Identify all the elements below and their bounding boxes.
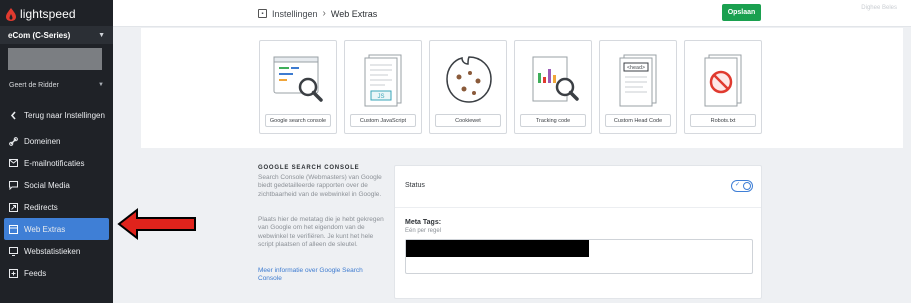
breadcrumb-current: Web Extras bbox=[330, 8, 378, 19]
user-name: Geert de Ridder bbox=[9, 81, 59, 89]
save-button[interactable]: Opslaan bbox=[722, 4, 761, 21]
head-code-icon: <head> bbox=[619, 54, 657, 107]
flame-icon bbox=[6, 7, 16, 21]
card-robots-txt[interactable]: Robots.txt bbox=[684, 40, 762, 134]
monitor-icon bbox=[9, 246, 18, 256]
breadcrumb-separator-icon: › bbox=[322, 8, 326, 19]
card-label: Tracking code bbox=[520, 114, 586, 127]
chat-icon bbox=[9, 180, 18, 190]
google-search-console-section: GOOGLE SEARCH CONSOLE Search Console (We… bbox=[141, 150, 903, 300]
section-title: GOOGLE SEARCH CONSOLE bbox=[258, 165, 360, 171]
meta-tags-hint: Eén per regel bbox=[405, 228, 442, 234]
section-instructions: Plaats hier de metatag die je hebt gekre… bbox=[258, 216, 384, 249]
settings-square-icon: ▪ bbox=[258, 9, 267, 18]
google-search-console-icon bbox=[273, 56, 323, 102]
redirect-icon bbox=[9, 202, 18, 212]
logo[interactable]: lightspeed bbox=[6, 6, 76, 22]
tracking-chart-icon bbox=[532, 56, 579, 102]
toggle-knob bbox=[743, 182, 751, 190]
sidebar-item-redirects[interactable]: Redirects bbox=[0, 196, 113, 218]
red-arrow-annotation bbox=[117, 207, 196, 241]
sidebar-item-web-extras[interactable]: Web Extras bbox=[4, 218, 109, 240]
card-label: Google search console bbox=[265, 114, 331, 127]
card-label: Cookiewet bbox=[435, 114, 501, 127]
mail-icon bbox=[9, 159, 18, 168]
gsc-form-card: Status ✓ Meta Tags: Eén per regel bbox=[394, 165, 762, 299]
card-cookiewet[interactable]: Cookiewet bbox=[429, 40, 507, 134]
feed-icon bbox=[9, 268, 18, 278]
sidebar-item-label: E-mailnotificaties bbox=[24, 158, 85, 168]
app-root: lightspeed eCom (C-Series) ▼ Geert de Ri… bbox=[0, 0, 911, 303]
chevron-left-icon bbox=[9, 110, 18, 120]
check-icon: ✓ bbox=[735, 182, 741, 188]
shop-selector[interactable]: eCom (C-Series) ▼ bbox=[0, 26, 113, 44]
logo-text: lightspeed bbox=[20, 7, 76, 21]
sidebar: lightspeed eCom (C-Series) ▼ Geert de Ri… bbox=[0, 0, 113, 303]
sidebar-nav: Terug naar Instellingen Domeinen E-mailn… bbox=[0, 104, 113, 284]
card-google-search-console[interactable]: Google search console bbox=[259, 40, 337, 134]
sidebar-item-social[interactable]: Social Media bbox=[0, 174, 113, 196]
window-icon bbox=[9, 224, 18, 234]
sidebar-item-webstatistieken[interactable]: Webstatistieken bbox=[0, 240, 113, 262]
sidebar-item-feeds[interactable]: Feeds bbox=[0, 262, 113, 284]
card-label: Robots.txt bbox=[690, 114, 756, 127]
breadcrumb-root[interactable]: Instellingen bbox=[272, 9, 318, 19]
card-label: Custom JavaScript bbox=[350, 114, 416, 127]
sidebar-item-label: Web Extras bbox=[24, 224, 66, 234]
caret-down-icon: ▼ bbox=[98, 31, 105, 39]
sidebar-item-label: Domeinen bbox=[24, 136, 61, 146]
top-right-text: Dighee Beles bbox=[861, 5, 897, 11]
card-label: Custom Head Code bbox=[605, 114, 671, 127]
meta-tags-label: Meta Tags: bbox=[405, 219, 442, 226]
section-description: Search Console (Webmasters) van Google b… bbox=[258, 174, 382, 198]
breadcrumb: ▪ Instellingen › Web Extras bbox=[258, 8, 377, 19]
svg-text:JS: JS bbox=[377, 94, 384, 100]
card-custom-javascript[interactable]: JS Custom JavaScript bbox=[344, 40, 422, 134]
card-tracking-code[interactable]: Tracking code bbox=[514, 40, 592, 134]
top-header: ▪ Instellingen › Web Extras Opslaan Digh… bbox=[113, 0, 911, 27]
link-icon bbox=[9, 136, 18, 146]
status-row: Status ✓ bbox=[395, 166, 761, 208]
sidebar-item-label: Redirects bbox=[24, 202, 58, 212]
sidebar-item-back[interactable]: Terug naar Instellingen bbox=[0, 104, 113, 126]
svg-text:<head>: <head> bbox=[627, 65, 645, 71]
javascript-file-icon: JS bbox=[364, 54, 402, 107]
redacted-meta-value bbox=[406, 240, 589, 257]
shop-selector-label: eCom (C-Series) bbox=[8, 30, 71, 40]
sidebar-item-label: Feeds bbox=[24, 268, 47, 278]
status-toggle[interactable]: ✓ bbox=[731, 180, 753, 192]
status-label: Status bbox=[405, 182, 425, 189]
sidebar-item-label: Social Media bbox=[24, 180, 70, 190]
user-menu[interactable]: Geert de Ridder ▼ bbox=[0, 78, 113, 92]
caret-down-icon: ▼ bbox=[98, 82, 104, 88]
sidebar-item-domeinen[interactable]: Domeinen bbox=[0, 130, 113, 152]
redacted-block bbox=[8, 48, 102, 70]
card-custom-head-code[interactable]: <head> Custom Head Code bbox=[599, 40, 677, 134]
extras-cards-panel: Google search console JS Custom JavaScri… bbox=[141, 28, 903, 148]
more-info-link[interactable]: Meer informatie over Google Search Conso… bbox=[258, 267, 388, 284]
cookie-icon bbox=[446, 56, 492, 103]
robots-blocked-icon bbox=[704, 54, 742, 107]
sidebar-item-label: Terug naar Instellingen bbox=[24, 110, 105, 120]
sidebar-item-email[interactable]: E-mailnotificaties bbox=[0, 152, 113, 174]
sidebar-item-label: Webstatistieken bbox=[24, 246, 81, 256]
